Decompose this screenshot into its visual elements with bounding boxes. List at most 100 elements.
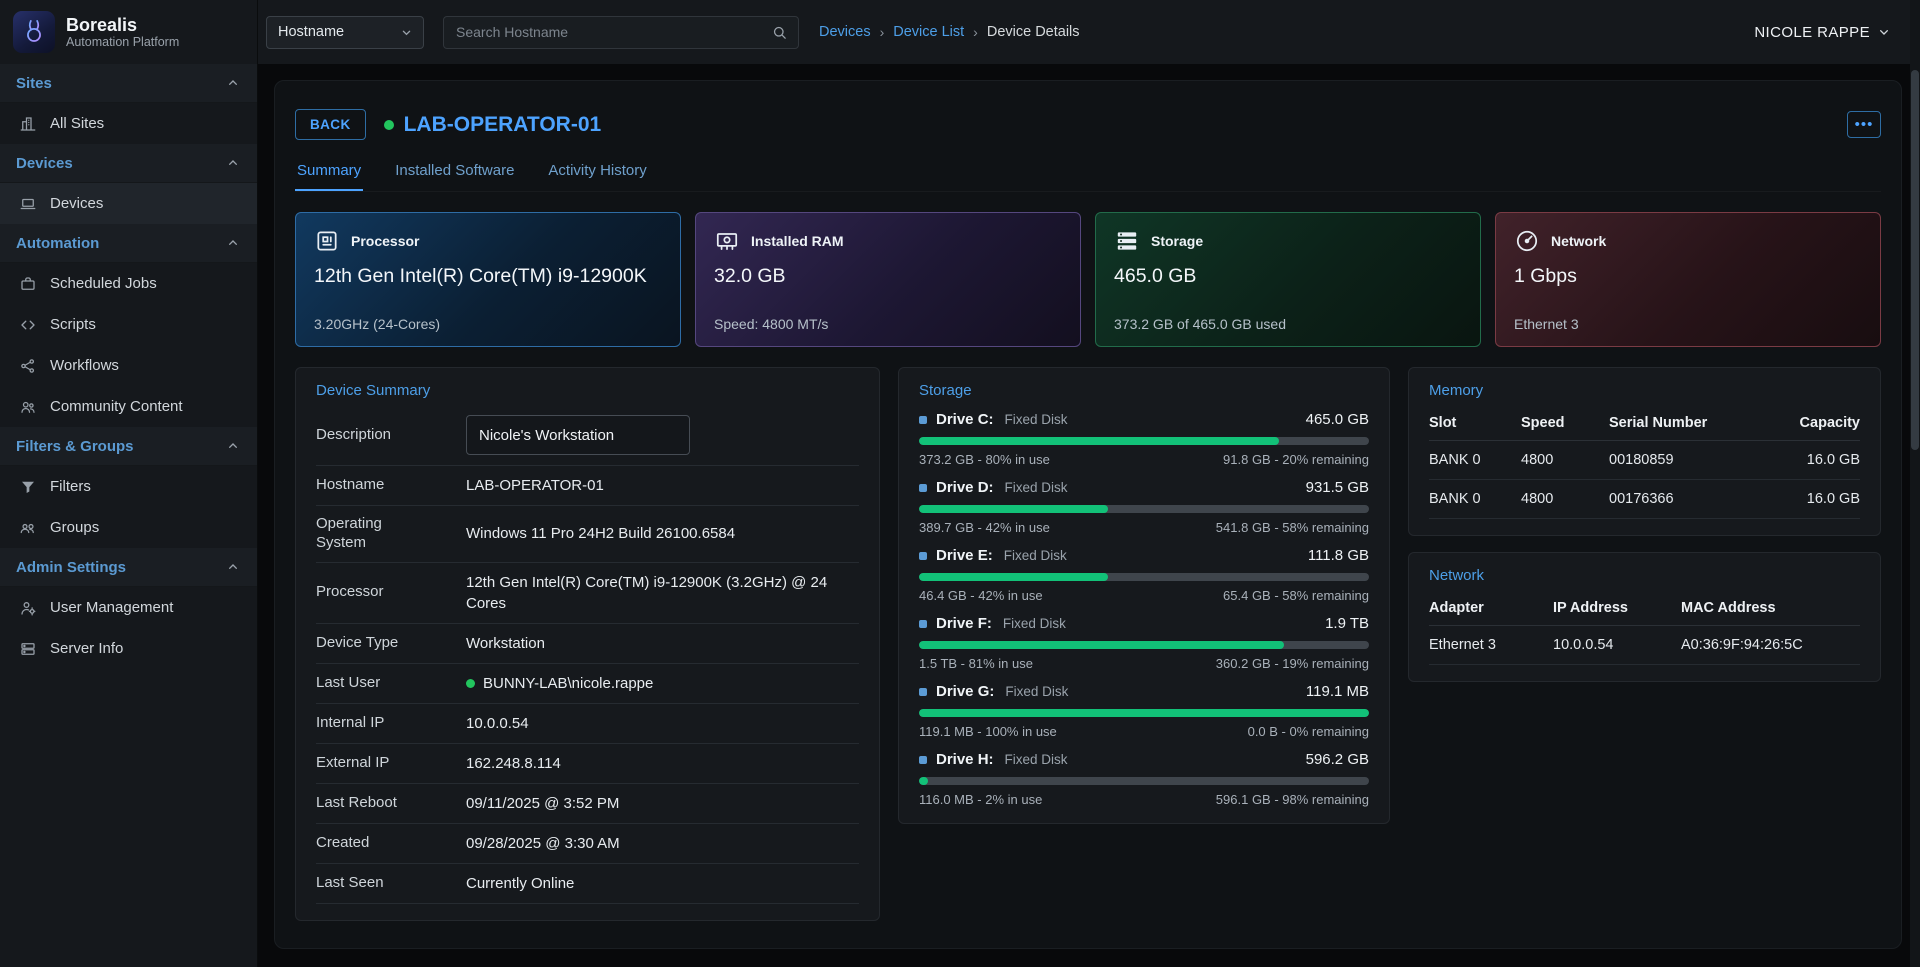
memory-cell: 16.0 GB [1761,441,1860,480]
detail-columns: Device Summary Description Hostname LAB-… [295,367,1881,921]
network-cell: A0:36:9F:94:26:5C [1681,626,1860,665]
sidebar-item-user-management[interactable]: User Management [0,587,257,628]
filter-icon [19,478,37,496]
online-status-dot [466,679,475,688]
chevron-up-icon [225,155,241,171]
drive-size: 596.2 GB [1306,751,1369,768]
memory-cell: 16.0 GB [1761,480,1860,519]
laptop-icon [19,195,37,213]
search-input[interactable] [456,24,771,40]
summary-row-description: Description [316,405,859,466]
memory-cell: 00176366 [1609,480,1761,519]
breadcrumb-device-details: Device Details [987,24,1080,40]
breadcrumb-device-list[interactable]: Device List [893,24,964,40]
sidebar-item-filters[interactable]: Filters [0,466,257,507]
panel-header: BACK LAB-OPERATOR-01 ••• [295,109,1881,140]
description-input[interactable] [466,415,690,455]
drive-name: Drive H: [936,751,994,768]
device-summary-panel: Device Summary Description Hostname LAB-… [295,367,880,921]
memory-header-slot: Slot [1429,405,1521,441]
chevron-down-icon [399,25,414,40]
more-options-button[interactable]: ••• [1847,111,1881,138]
right-column: Memory Slot Speed Serial Number Capacity… [1408,367,1881,682]
sidebar-item-groups[interactable]: Groups [0,507,257,548]
processor-card: Processor 12th Gen Intel(R) Core(TM) i9-… [295,212,681,347]
sidebar-section-admin-settings[interactable]: Admin Settings [0,548,257,587]
memory-cell: BANK 0 [1429,441,1521,480]
sidebar-item-label: Groups [50,519,99,536]
drive-name: Drive G: [936,683,994,700]
sidebar-item-all-sites[interactable]: All Sites [0,103,257,144]
tab-activity-history[interactable]: Activity History [546,158,648,191]
sidebar-item-label: Workflows [50,357,119,374]
stat-value: 465.0 GB [1114,265,1462,288]
content-area: BACK LAB-OPERATOR-01 ••• Summary Install… [258,64,1920,967]
user-menu[interactable]: NICOLE RAPPE [1754,24,1892,41]
hostname-filter-select[interactable]: Hostname [266,16,424,49]
last-user-value: BUNNY-LAB\nicole.rappe [483,673,653,694]
user-name: NICOLE RAPPE [1754,24,1870,41]
tab-summary[interactable]: Summary [295,158,363,191]
sidebar-item-label: Scripts [50,316,96,333]
drive-bullet-icon [919,620,927,628]
drive-bullet-icon [919,484,927,492]
stat-value: 1 Gbps [1514,265,1862,288]
page-title: LAB-OPERATOR-01 [404,113,602,137]
tab-installed-software[interactable]: Installed Software [393,158,516,191]
usage-bar [919,641,1369,649]
usage-bar [919,573,1369,581]
section-label: Automation [16,235,99,252]
drive-type: Fixed Disk [1005,752,1068,767]
sidebar-section-devices[interactable]: Devices [0,144,257,183]
chevron-up-icon [225,438,241,454]
drive-head: Drive D: Fixed Disk 931.5 GB [919,479,1369,496]
drive-size: 1.9 TB [1325,615,1369,632]
usage-bar [919,709,1369,717]
section-label: Admin Settings [16,559,126,576]
device-summary-title: Device Summary [316,382,859,399]
sidebar-section-filters-groups[interactable]: Filters & Groups [0,427,257,466]
drive-type: Fixed Disk [1005,684,1068,699]
scrollbar-thumb[interactable] [1911,70,1919,450]
stat-title: Processor [351,233,419,249]
usage-bar [919,505,1369,513]
drive-head: Drive C: Fixed Disk 465.0 GB [919,411,1369,428]
sidebar-item-workflows[interactable]: Workflows [0,345,257,386]
sidebar-item-community-content[interactable]: Community Content [0,386,257,427]
memory-cell: 4800 [1521,441,1609,480]
sidebar-item-scheduled-jobs[interactable]: Scheduled Jobs [0,263,257,304]
back-button[interactable]: BACK [295,109,366,140]
summary-row-last-reboot: Last Reboot 09/11/2025 @ 3:52 PM [316,784,859,824]
row-label: Device Type [316,634,424,653]
stat-title: Installed RAM [751,233,844,249]
brand-text: Borealis Automation Platform [66,15,179,50]
storage-card: Storage 465.0 GB 373.2 GB of 465.0 GB us… [1095,212,1481,347]
sidebar-item-devices[interactable]: Devices [0,183,257,224]
sidebar-item-label: Filters [50,478,91,495]
row-value: LAB-OPERATOR-01 [424,475,859,496]
row-label: Hostname [316,476,424,495]
drive-e: Drive E: Fixed Disk 111.8 GB 46.4 GB - 4… [919,547,1369,603]
sidebar-item-scripts[interactable]: Scripts [0,304,257,345]
sidebar-section-sites[interactable]: Sites [0,64,257,103]
sidebar-section-automation[interactable]: Automation [0,224,257,263]
usage-bar-fill [919,437,1279,445]
topbar: Hostname Devices › Device List › Device … [258,0,1920,64]
summary-row-external-ip: External IP 162.248.8.114 [316,744,859,784]
drive-head: Drive F: Fixed Disk 1.9 TB [919,615,1369,632]
row-value: 12th Gen Intel(R) Core(TM) i9-12900K (3.… [424,572,859,614]
row-value: Windows 11 Pro 24H2 Build 26100.6584 [424,523,859,544]
breadcrumb-devices[interactable]: Devices [819,24,871,40]
code-icon [19,316,37,334]
drive-bullet-icon [919,756,927,764]
sidebar-item-server-info[interactable]: Server Info [0,628,257,669]
drive-head: Drive E: Fixed Disk 111.8 GB [919,547,1369,564]
row-label: Last Reboot [316,794,424,813]
drive-h: Drive H: Fixed Disk 596.2 GB 116.0 MB - … [919,751,1369,807]
online-status-dot [384,120,394,130]
network-header-ip: IP Address [1553,590,1681,626]
summary-row-operating-system: Operating System Windows 11 Pro 24H2 Bui… [316,506,859,563]
memory-header-capacity: Capacity [1761,405,1860,441]
borealis-logo [13,11,55,53]
drive-d: Drive D: Fixed Disk 931.5 GB 389.7 GB - … [919,479,1369,535]
